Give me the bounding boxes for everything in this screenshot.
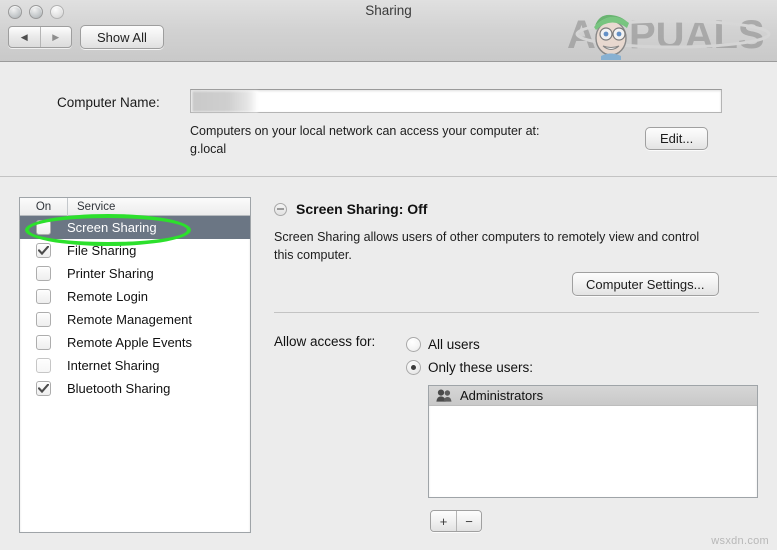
- service-checkbox-cell: [20, 335, 67, 350]
- allow-access-radio-group: All users Only these users:: [406, 333, 533, 379]
- checkbox-unchecked-icon[interactable]: [36, 358, 51, 373]
- radio-only-these-users[interactable]: Only these users:: [406, 356, 533, 379]
- user-name: Administrators: [460, 388, 543, 403]
- service-label: File Sharing: [67, 243, 136, 258]
- radio-only-these-users-label: Only these users:: [428, 360, 533, 375]
- service-checkbox-cell: [20, 220, 67, 235]
- redacted-computer-name: [192, 91, 258, 112]
- appuals-mascot-icon: [594, 15, 629, 60]
- checkbox-unchecked-icon[interactable]: [36, 289, 51, 304]
- checkbox-checked-icon[interactable]: [36, 381, 51, 396]
- show-all-button[interactable]: Show All: [80, 25, 164, 49]
- svg-text:A: A: [567, 13, 596, 57]
- corner-watermark: wsxdn.com: [711, 535, 769, 547]
- list-item[interactable]: Administrators: [429, 386, 757, 406]
- computer-name-label: Computer Name:: [57, 95, 160, 110]
- service-row-remote-management[interactable]: Remote Management: [20, 308, 250, 331]
- service-checkbox-cell: [20, 358, 67, 373]
- service-status-title: Screen Sharing: Off: [296, 201, 427, 217]
- service-row-internet-sharing[interactable]: Internet Sharing: [20, 354, 250, 377]
- service-row-remote-login[interactable]: Remote Login: [20, 285, 250, 308]
- service-list[interactable]: On Service Screen Sharing File Sharing Pri…: [19, 197, 251, 533]
- header-divider: [0, 176, 777, 177]
- service-list-header: On Service: [20, 198, 250, 216]
- checkbox-unchecked-icon[interactable]: [36, 335, 51, 350]
- computer-name-note: Computers on your local network can acce…: [190, 122, 620, 158]
- service-label: Screen Sharing: [67, 220, 157, 235]
- service-label: Remote Apple Events: [67, 335, 192, 350]
- service-row-file-sharing[interactable]: File Sharing: [20, 239, 250, 262]
- service-checkbox-cell: [20, 289, 67, 304]
- service-label: Internet Sharing: [67, 358, 160, 373]
- remove-user-button[interactable]: −: [456, 511, 481, 531]
- window-titlebar: Sharing ◀ ▶ Show All A PUALS: [0, 0, 777, 62]
- allow-access-label: Allow access for:: [274, 334, 375, 349]
- forward-button[interactable]: ▶: [41, 27, 72, 47]
- radio-button-unselected-icon: [406, 337, 421, 352]
- service-label: Printer Sharing: [67, 266, 154, 281]
- service-checkbox-cell: [20, 266, 67, 281]
- service-row-remote-apple-events[interactable]: Remote Apple Events: [20, 331, 250, 354]
- navigation-buttons: ◀ ▶: [8, 26, 72, 48]
- checkbox-unchecked-icon[interactable]: [36, 220, 51, 235]
- service-label: Remote Login: [67, 289, 148, 304]
- edit-button[interactable]: Edit...: [645, 127, 708, 150]
- computer-name-field[interactable]: [190, 89, 722, 113]
- service-label: Remote Management: [67, 312, 192, 327]
- service-row-printer-sharing[interactable]: Printer Sharing: [20, 262, 250, 285]
- service-row-bluetooth-sharing[interactable]: Bluetooth Sharing: [20, 377, 250, 400]
- detail-divider: [274, 312, 759, 313]
- users-group-icon: [436, 389, 452, 402]
- allowed-users-list[interactable]: Administrators: [428, 385, 758, 498]
- column-header-on: On: [20, 201, 67, 213]
- column-header-service: Service: [67, 198, 115, 216]
- service-row-screen-sharing[interactable]: Screen Sharing: [20, 216, 250, 239]
- add-user-button[interactable]: +: [431, 511, 456, 531]
- user-list-controls: + −: [430, 510, 482, 532]
- note-line-1: Computers on your local network can acce…: [190, 122, 620, 140]
- checkbox-unchecked-icon[interactable]: [36, 266, 51, 281]
- service-description: Screen Sharing allows users of other com…: [274, 228, 714, 264]
- radio-all-users-label: All users: [428, 337, 480, 352]
- note-line-2: g.local: [190, 140, 620, 158]
- service-label: Bluetooth Sharing: [67, 381, 170, 396]
- computer-settings-button[interactable]: Computer Settings...: [572, 272, 719, 296]
- service-checkbox-cell: [20, 381, 67, 396]
- status-off-icon: [274, 203, 287, 216]
- service-checkbox-cell: [20, 243, 67, 258]
- checkbox-unchecked-icon[interactable]: [36, 312, 51, 327]
- appuals-watermark-logo: A PUALS: [565, 4, 775, 60]
- back-button[interactable]: ◀: [9, 27, 41, 47]
- service-status-row: Screen Sharing: Off: [274, 201, 427, 217]
- checkbox-checked-icon[interactable]: [36, 243, 51, 258]
- radio-all-users[interactable]: All users: [406, 333, 533, 356]
- service-checkbox-cell: [20, 312, 67, 327]
- svg-text:PUALS: PUALS: [629, 13, 765, 57]
- radio-button-selected-icon: [406, 360, 421, 375]
